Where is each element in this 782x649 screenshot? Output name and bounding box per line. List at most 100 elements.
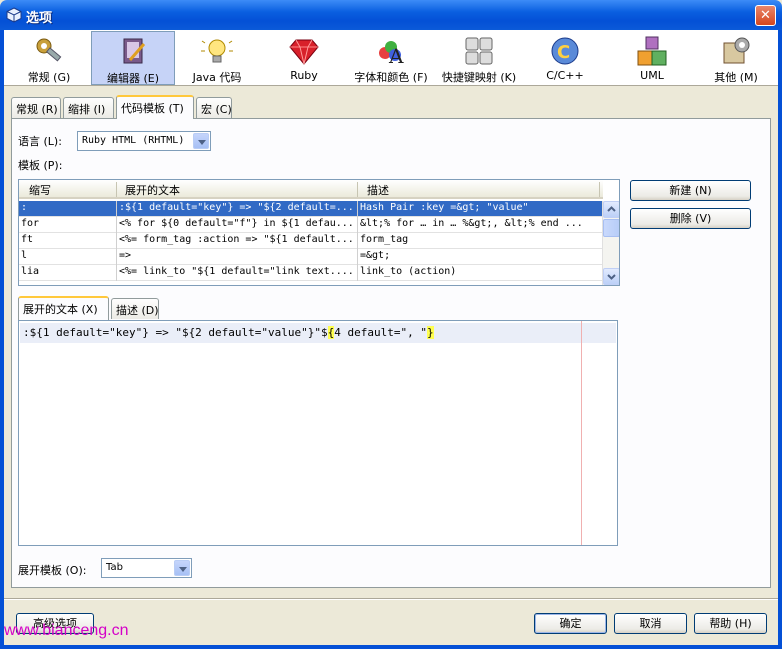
chevron-down-icon[interactable]	[193, 133, 209, 149]
language-select[interactable]: Ruby HTML (RHTML)	[77, 131, 211, 151]
category-label: 其他 (M)	[714, 71, 758, 84]
misc-settings-icon	[723, 37, 750, 64]
cell-abbr: lia	[21, 266, 40, 277]
category-uml[interactable]: UML	[610, 31, 694, 85]
scroll-down-button[interactable]	[603, 268, 619, 285]
close-icon: ✕	[760, 8, 771, 23]
font-color-icon: A	[379, 41, 404, 67]
cpp-icon: C	[551, 37, 579, 65]
tab-expanded-text[interactable]: 展开的文本 (X)	[18, 296, 109, 320]
cell-divider	[357, 249, 358, 265]
lightbulb-icon	[201, 39, 233, 63]
chevron-up-icon	[607, 206, 616, 212]
gear-wrench-icon	[36, 38, 62, 62]
language-value: Ruby HTML (RHTML)	[82, 135, 185, 146]
category-toolbar: 常规 (G) 编辑器 (E) Java 代码 Ruby A 字体和颜色 (F) …	[4, 30, 778, 86]
cell-text: =>	[119, 250, 132, 261]
category-misc[interactable]: 其他 (M)	[694, 31, 778, 85]
category-label: Ruby	[290, 69, 318, 82]
category-ruby[interactable]: Ruby	[262, 31, 346, 85]
category-editor[interactable]: 编辑器 (E)	[91, 31, 175, 85]
editor-text-middle: 4 default=", "	[334, 326, 427, 339]
cell-divider	[116, 217, 117, 233]
uml-blocks-icon	[637, 36, 667, 66]
scroll-thumb[interactable]	[603, 219, 619, 237]
cell-divider	[357, 217, 358, 233]
tab-label: 展开的文本 (X)	[23, 303, 98, 316]
window-title: 选项	[26, 11, 53, 26]
title-bar: 选项 ✕	[0, 0, 782, 30]
tab-label: 代码模板 (T)	[121, 102, 184, 115]
cell-desc: link_to (action)	[360, 266, 457, 277]
table-row[interactable]: ft <%= form_tag :action => "${1 default.…	[19, 233, 603, 249]
table-row[interactable]: l => =&gt;	[19, 249, 603, 265]
table-row[interactable]: : :${1 default="key"} => "${2 default=..…	[19, 201, 603, 217]
cell-divider	[357, 265, 358, 281]
cell-desc: form_tag	[360, 234, 409, 245]
table-row[interactable]: lia <%= link_to "${1 default="link text.…	[19, 265, 603, 281]
category-fonts-colors[interactable]: A 字体和颜色 (F)	[349, 31, 433, 85]
cell-desc: &lt;% for … in … %&gt;, &lt;% end ...	[360, 218, 583, 229]
keyboard-icon	[465, 37, 493, 65]
tab-description[interactable]: 描述 (D)	[111, 298, 159, 319]
tab-label: 缩排 (I)	[68, 103, 106, 116]
new-button[interactable]: 新建 (N)	[630, 180, 751, 201]
cell-desc: Hash Pair :key =&gt; "value"	[360, 202, 529, 213]
category-label: Java 代码	[192, 71, 242, 84]
chevron-down-icon	[607, 274, 616, 280]
scroll-up-button[interactable]	[603, 201, 619, 218]
editor-text[interactable]: :${1 default="key"} => "${2 default="val…	[23, 326, 434, 339]
expand-template-label: 展开模板 (O):	[18, 564, 87, 577]
category-label: C/C++	[546, 69, 584, 82]
category-cpp[interactable]: C C/C++	[523, 31, 607, 85]
templates-label: 模板 (P):	[18, 159, 63, 172]
expanded-text-editor[interactable]: :${1 default="key"} => "${2 default="val…	[18, 320, 618, 546]
category-label: 编辑器 (E)	[106, 72, 160, 85]
tab-indent[interactable]: 缩排 (I)	[63, 97, 114, 118]
column-divider[interactable]	[116, 182, 117, 197]
tab-code-templates[interactable]: 代码模板 (T)	[116, 95, 194, 119]
svg-text:C: C	[557, 42, 570, 63]
cell-text: <%= link_to "${1 default="link text....	[119, 266, 354, 277]
tab-label: 描述 (D)	[116, 304, 159, 317]
expand-template-value: Tab	[106, 562, 123, 573]
right-margin-line	[581, 321, 582, 545]
column-header-description[interactable]: 描述	[367, 182, 389, 198]
app-cube-icon	[6, 7, 22, 23]
column-header-abbr[interactable]: 缩写	[29, 182, 51, 198]
footer-separator	[4, 598, 778, 600]
table-row[interactable]: for <% for ${0 default="f"} in ${1 defau…	[19, 217, 603, 233]
cancel-button[interactable]: 取消	[614, 613, 687, 634]
tab-general[interactable]: 常规 (R)	[11, 97, 61, 118]
delete-button[interactable]: 删除 (V)	[630, 208, 751, 229]
language-label: 语言 (L):	[18, 135, 62, 148]
table-scrollbar[interactable]	[602, 201, 619, 285]
category-label: 快捷键映射 (K)	[441, 71, 517, 84]
cell-divider	[357, 201, 358, 217]
cell-abbr: :	[21, 202, 28, 213]
cell-divider	[116, 233, 117, 249]
column-divider[interactable]	[357, 182, 358, 197]
category-keymap[interactable]: 快捷键映射 (K)	[437, 31, 521, 85]
cell-divider	[116, 201, 117, 217]
column-header-expanded-text[interactable]: 展开的文本	[125, 182, 180, 198]
cell-abbr: l	[21, 250, 28, 261]
help-button[interactable]: 帮助 (H)	[694, 613, 767, 634]
templates-table: 缩写 展开的文本 描述 : :${1 default="key"} => "${…	[18, 179, 620, 286]
expand-template-select[interactable]: Tab	[101, 558, 192, 578]
category-java[interactable]: Java 代码	[175, 31, 259, 85]
tab-macros[interactable]: 宏 (C)	[196, 97, 232, 118]
ok-button[interactable]: 确定	[534, 613, 607, 634]
category-general[interactable]: 常规 (G)	[7, 31, 91, 85]
cell-divider	[116, 265, 117, 281]
cell-text: <% for ${0 default="f"} in ${1 defau...	[119, 218, 354, 229]
editor-pen-icon	[123, 38, 146, 64]
cell-divider	[116, 249, 117, 265]
tab-label: 常规 (R)	[16, 103, 58, 116]
close-button[interactable]: ✕	[755, 5, 776, 26]
ruby-gem-icon	[289, 39, 319, 65]
cell-divider	[357, 233, 358, 249]
category-label: UML	[640, 69, 664, 82]
chevron-down-icon[interactable]	[174, 560, 190, 576]
tab-label: 宏 (C)	[201, 103, 232, 116]
